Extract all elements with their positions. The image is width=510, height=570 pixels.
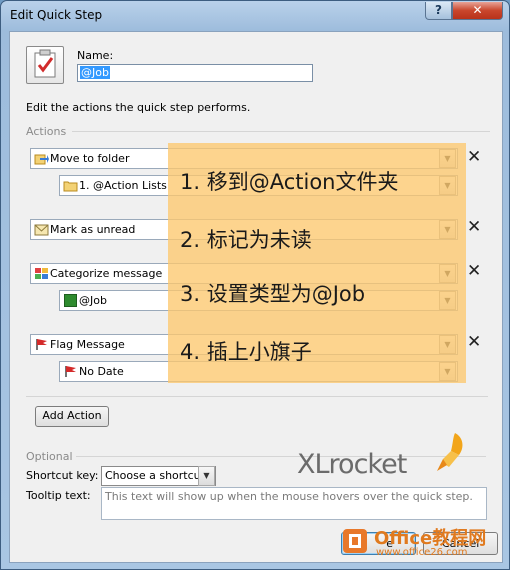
close-button[interactable]: ✕ — [452, 2, 503, 20]
action-3-label: Categorize message — [50, 267, 163, 280]
action-1-sub-value: 1. @Action Lists — [79, 179, 167, 192]
rocket-icon — [437, 433, 463, 471]
office-logo-icon — [343, 529, 367, 553]
action-3-sub-value: @Job — [79, 294, 107, 307]
move-to-folder-icon — [34, 154, 49, 165]
category-grid-icon — [35, 268, 48, 279]
window-title: Edit Quick Step — [10, 8, 103, 22]
watermark: Office教程网 www.office26.com — [340, 522, 504, 562]
action-4-sub-value: No Date — [79, 365, 124, 378]
shortcut-select[interactable]: Choose a shortcut ▼ — [101, 466, 216, 486]
shortcut-key-label: Shortcut key: — [26, 469, 99, 482]
action-2-label: Mark as unread — [50, 223, 136, 236]
watermark-url: www.office26.com — [376, 547, 468, 558]
envelope-unread-icon — [34, 224, 49, 236]
help-button[interactable]: ? — [425, 2, 452, 20]
annotation-1: 1. 移到@Action文件夹 — [180, 170, 399, 194]
xlrocket-logo-text: XLrocket — [297, 449, 407, 480]
annotation-overlay: 1. 移到@Action文件夹 2. 标记为未读 3. 设置类型为@Job 4.… — [168, 143, 466, 383]
red-flag-icon — [36, 339, 47, 350]
action-4-remove[interactable]: ✕ — [467, 334, 481, 351]
quick-step-icon[interactable] — [26, 46, 64, 84]
annotation-4: 4. 插上小旗子 — [180, 340, 312, 364]
category-color-swatch — [64, 294, 77, 307]
action-3-remove[interactable]: ✕ — [467, 263, 481, 280]
tooltip-text-label: Tooltip text: — [26, 489, 91, 502]
dialog-window: Edit Quick Step ? ✕ Name: @Job Edit the … — [0, 0, 510, 570]
folder-icon — [63, 181, 78, 192]
dialog-body: Name: @Job Edit the actions the quick st… — [9, 31, 503, 563]
action-1-label: Move to folder — [50, 152, 130, 165]
annotation-2: 2. 标记为未读 — [180, 228, 312, 252]
name-label: Name: — [77, 49, 114, 62]
action-1-remove[interactable]: ✕ — [467, 149, 481, 166]
name-input-value: @Job — [80, 66, 110, 79]
actions-bottom-divider — [26, 396, 488, 397]
action-2-remove[interactable]: ✕ — [467, 219, 481, 236]
annotation-3: 3. 设置类型为@Job — [180, 282, 366, 306]
shortcut-select-value: Choose a shortcut — [105, 469, 205, 482]
action-4-label: Flag Message — [50, 338, 125, 351]
name-input[interactable]: @Job — [77, 64, 313, 82]
shortcut-select-dropdown[interactable]: ▼ — [198, 466, 215, 486]
actions-section-label: Actions — [26, 125, 67, 138]
add-action-button[interactable]: Add Action — [35, 406, 109, 427]
actions-divider — [72, 131, 490, 132]
red-flag-icon — [65, 366, 76, 377]
xlrocket-logo: XLrocket — [293, 433, 493, 495]
optional-section-label: Optional — [26, 450, 73, 463]
title-bar: Edit Quick Step ? ✕ — [1, 1, 509, 31]
description-text: Edit the actions the quick step performs… — [26, 101, 251, 114]
